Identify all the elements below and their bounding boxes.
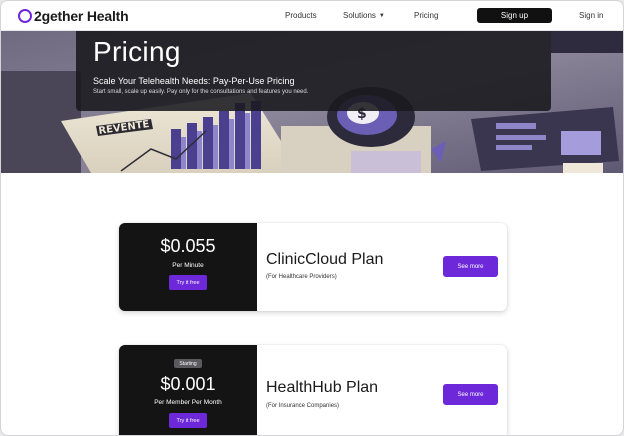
- nav-products-link[interactable]: Products: [285, 11, 317, 20]
- plan-price: $0.001: [160, 374, 216, 394]
- page-title: Pricing: [93, 36, 181, 67]
- plan-name: HealthHub Plan: [266, 379, 379, 396]
- sign-in-link[interactable]: Sign in: [579, 11, 603, 20]
- price-panel: Starting $0.001 Per Member Per Month Try…: [119, 345, 257, 435]
- plan-name: ClinicCloud Plan: [266, 251, 384, 268]
- nav-solutions-label: Solutions: [343, 11, 376, 20]
- logo-ring-icon: [18, 9, 32, 23]
- browser-page: 2gether Health Products Solutions ▼ Pric…: [0, 0, 624, 436]
- chevron-down-icon: ▼: [378, 12, 385, 19]
- sign-up-button[interactable]: Sign up: [477, 8, 552, 23]
- nav-solutions-dropdown[interactable]: Solutions ▼: [343, 11, 385, 20]
- plan-audience: (For Insurance Companies): [266, 403, 340, 409]
- price-panel: $0.055 Per Minute Try it free: [119, 223, 257, 311]
- plan-card-clinic-cloud: $0.055 Per Minute Try it free ClinicClou…: [119, 223, 507, 311]
- hero-subtitle: Scale Your Telehealth Needs: Pay-Per-Use…: [93, 76, 295, 86]
- plan-price: $0.055: [160, 236, 216, 256]
- plan-price-unit: Per Minute: [172, 262, 204, 269]
- starting-badge: Starting: [174, 359, 202, 368]
- plan-price-unit: Per Member Per Month: [154, 399, 222, 406]
- try-free-button[interactable]: Try it free: [169, 413, 207, 428]
- top-nav: 2gether Health Products Solutions ▼ Pric…: [1, 1, 623, 31]
- nav-pricing-link[interactable]: Pricing: [414, 11, 438, 20]
- try-free-button[interactable]: Try it free: [169, 275, 207, 290]
- see-more-button[interactable]: See more: [443, 384, 498, 405]
- brand-name: 2gether Health: [34, 8, 129, 24]
- see-more-button[interactable]: See more: [443, 256, 498, 277]
- hero-banner: REVENTE $ Pricing Scale Your Telehealth …: [1, 31, 623, 173]
- plan-audience: (For Healthcare Providers): [266, 274, 337, 280]
- plan-card-health-hub: Starting $0.001 Per Member Per Month Try…: [119, 345, 507, 435]
- hero-description: Start small, scale up easily. Pay only f…: [93, 89, 309, 95]
- brand-logo[interactable]: 2gether Health: [18, 7, 129, 25]
